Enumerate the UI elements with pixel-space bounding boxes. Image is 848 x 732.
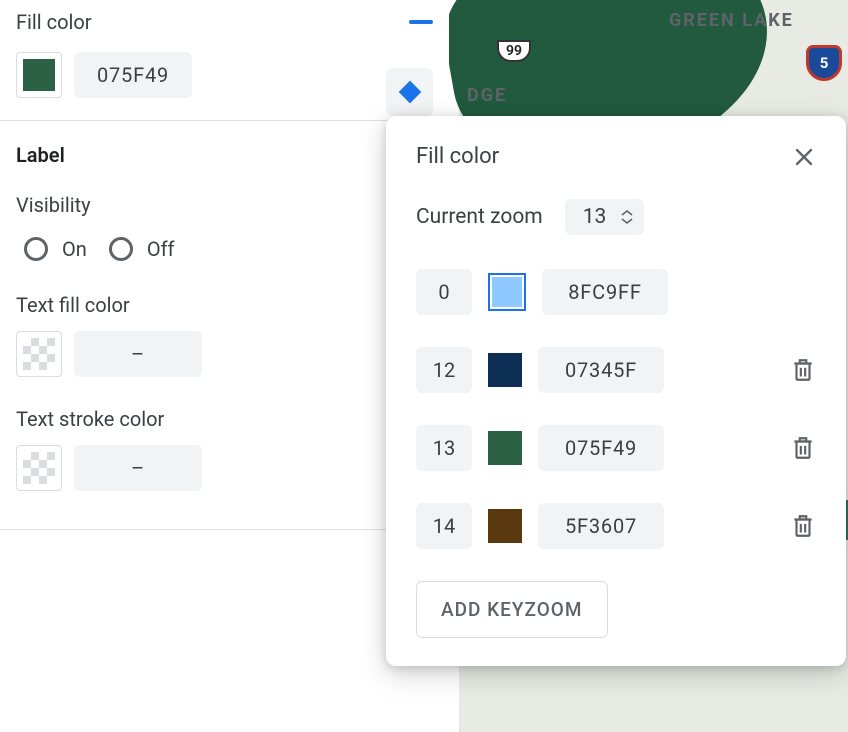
popover-title: Fill color: [416, 144, 499, 169]
text-fill-swatch[interactable]: [16, 331, 62, 377]
keyzoom-hex-input[interactable]: 07345F: [538, 347, 664, 393]
text-stroke-hex-input[interactable]: –: [74, 445, 202, 491]
trash-icon: [790, 434, 816, 462]
keyzoom-row: 0 8FC9FF: [416, 269, 816, 315]
keyzoom-swatch[interactable]: [488, 431, 522, 465]
add-keyzoom-button[interactable]: ADD KEYZOOM: [416, 581, 608, 638]
left-panel: Fill color 075F49 Label Visibility On Of…: [0, 0, 449, 732]
route-shield-i5: 5: [806, 45, 842, 81]
fill-color-hex-input[interactable]: 075F49: [74, 52, 192, 98]
trash-icon: [790, 356, 816, 384]
text-fill-color-label: Text fill color: [0, 285, 449, 331]
keyzoom-hex-input[interactable]: 075F49: [538, 425, 664, 471]
close-icon: [792, 145, 816, 169]
keyzoom-row: 12 07345F: [416, 347, 816, 393]
text-fill-hex-input[interactable]: –: [74, 331, 202, 377]
map-label-dge: DGE: [467, 85, 507, 106]
fill-color-swatch[interactable]: [16, 52, 62, 98]
divider: [0, 529, 449, 530]
delete-keyzoom-button[interactable]: [790, 512, 816, 540]
keyzoom-level-input[interactable]: 0: [416, 269, 472, 315]
visibility-on-radio[interactable]: On: [24, 237, 87, 261]
text-stroke-swatch[interactable]: [16, 445, 62, 491]
radio-icon: [24, 237, 48, 261]
radio-icon: [109, 237, 133, 261]
delete-keyzoom-button[interactable]: [790, 434, 816, 462]
diamond-icon: [398, 81, 421, 104]
keyzoom-level-input[interactable]: 13: [416, 425, 472, 471]
keyzoom-level-input[interactable]: 12: [416, 347, 472, 393]
text-stroke-color-label: Text stroke color: [0, 399, 449, 445]
keyzoom-swatch[interactable]: [488, 353, 522, 387]
keyzoom-swatch[interactable]: [488, 273, 526, 311]
keyzoom-toggle-button[interactable]: [386, 68, 433, 116]
fill-color-popover: Fill color Current zoom 13 0 8FC9FF 12 0734…: [386, 116, 846, 666]
current-zoom-label: Current zoom: [416, 205, 543, 229]
keyzoom-row: 13 075F49: [416, 425, 816, 471]
chevron-up-icon: [620, 209, 634, 217]
stepper-arrows[interactable]: [620, 209, 634, 225]
zoom-value: 13: [583, 205, 607, 229]
visibility-off-radio[interactable]: Off: [109, 237, 175, 261]
label-section-header: Label: [0, 121, 449, 175]
visibility-radio-group: On Off: [0, 229, 449, 285]
chevron-down-icon: [620, 217, 634, 225]
zoom-stepper[interactable]: 13: [565, 199, 645, 235]
radio-off-label: Off: [147, 237, 175, 261]
keyzoom-level-input[interactable]: 14: [416, 503, 472, 549]
delete-keyzoom-button[interactable]: [790, 356, 816, 384]
keyzoom-row: 14 5F3607: [416, 503, 816, 549]
keyzoom-swatch[interactable]: [488, 509, 522, 543]
collapse-icon[interactable]: [409, 20, 433, 24]
trash-icon: [790, 512, 816, 540]
close-button[interactable]: [792, 145, 816, 169]
keyzoom-hex-input[interactable]: 5F3607: [538, 503, 664, 549]
fill-color-header: Fill color: [16, 10, 92, 34]
radio-on-label: On: [62, 237, 87, 261]
visibility-label: Visibility: [0, 175, 449, 229]
route-shield-99: 99: [497, 40, 531, 62]
keyzoom-hex-input[interactable]: 8FC9FF: [542, 269, 668, 315]
map-label-greenlake: GREEN LAKE: [669, 10, 794, 31]
